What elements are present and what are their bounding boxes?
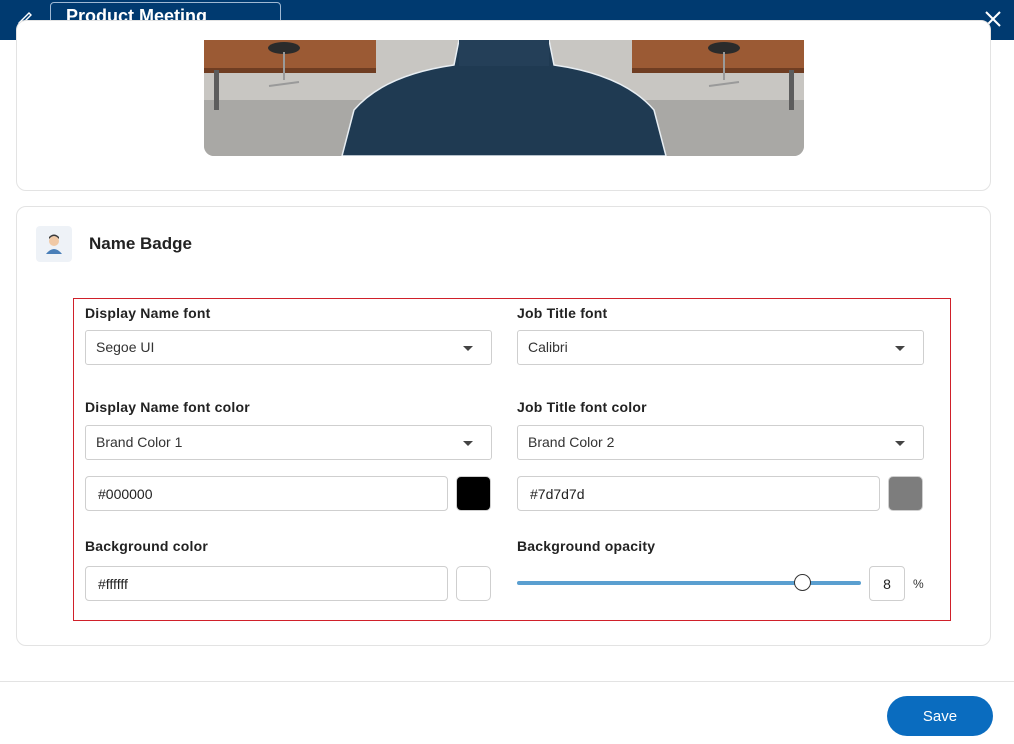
save-button[interactable]: Save — [887, 696, 993, 736]
opacity-unit: % — [913, 577, 924, 591]
job-title-font-value: Calibri — [528, 339, 568, 355]
job-title-font-color-value: Brand Color 2 — [528, 434, 615, 450]
background-preview-image — [204, 40, 804, 156]
chevron-down-icon — [463, 346, 473, 351]
job-title-color-swatch[interactable] — [888, 476, 923, 511]
display-name-color-swatch[interactable] — [456, 476, 491, 511]
job-title-color-hex-input[interactable] — [517, 476, 880, 511]
background-opacity-label: Background opacity — [517, 538, 656, 554]
display-name-font-color-label: Display Name font color — [85, 399, 250, 415]
display-name-font-value: Segoe UI — [96, 339, 155, 355]
background-color-swatch[interactable] — [456, 566, 491, 601]
display-name-font-color-select[interactable]: Brand Color 1 — [85, 425, 492, 460]
job-title-font-select[interactable]: Calibri — [517, 330, 924, 365]
job-title-font-label: Job Title font — [517, 305, 608, 321]
section-title: Name Badge — [89, 234, 192, 253]
opacity-value-input[interactable] — [869, 566, 905, 601]
person-avatar-icon — [36, 226, 72, 262]
chevron-down-icon — [895, 441, 905, 446]
display-name-font-label: Display Name font — [85, 305, 211, 321]
display-name-color-hex-input[interactable] — [85, 476, 448, 511]
display-name-font-color-value: Brand Color 1 — [96, 434, 183, 450]
chevron-down-icon — [463, 441, 473, 446]
display-name-font-select[interactable]: Segoe UI — [85, 330, 492, 365]
chevron-down-icon — [895, 346, 905, 351]
background-color-hex-input[interactable] — [85, 566, 448, 601]
footer-divider — [0, 681, 1014, 682]
opacity-slider-handle[interactable] — [794, 574, 811, 591]
job-title-font-color-label: Job Title font color — [517, 399, 647, 415]
job-title-font-color-select[interactable]: Brand Color 2 — [517, 425, 924, 460]
background-color-label: Background color — [85, 538, 208, 554]
